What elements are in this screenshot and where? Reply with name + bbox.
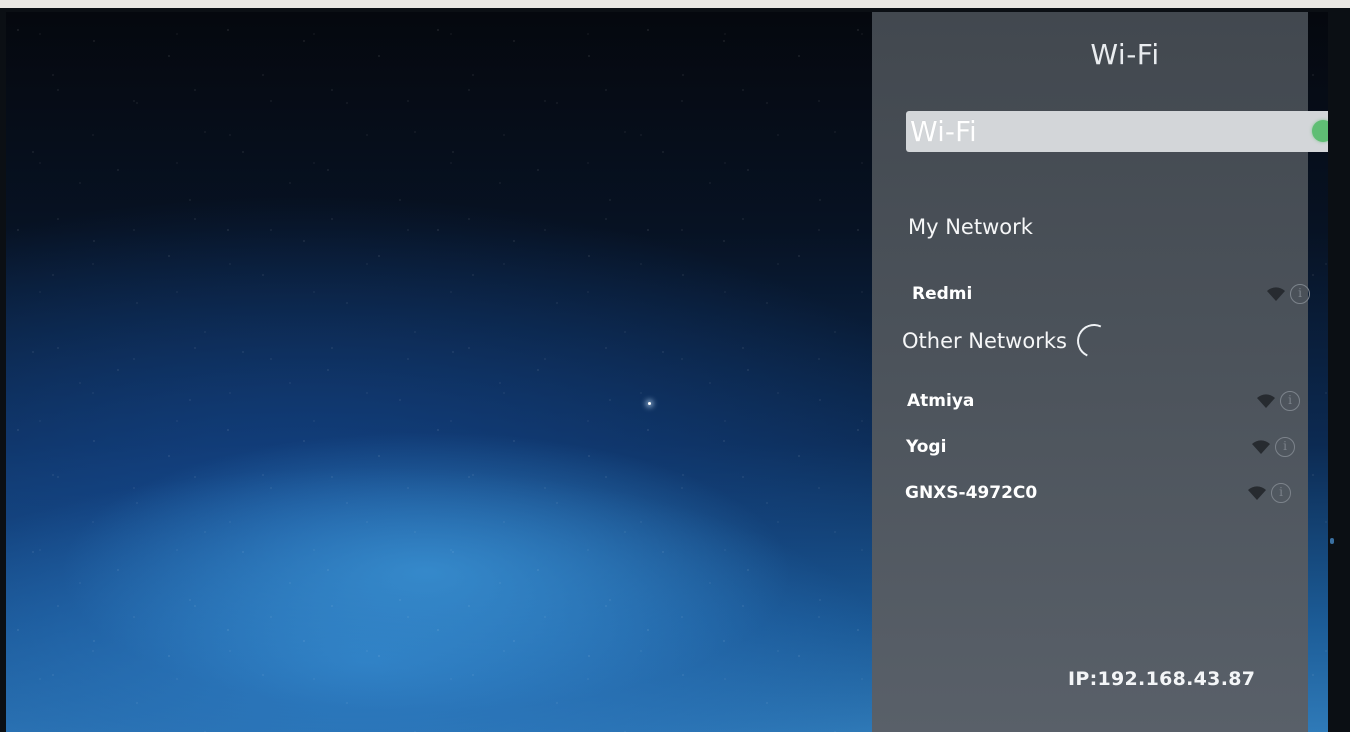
wifi-icon (1266, 286, 1286, 302)
wifi-toggle-label: Wi-Fi (910, 115, 977, 148)
loading-spinner-icon (1072, 319, 1116, 363)
network-icons: i (1247, 483, 1291, 503)
network-name: Atmiya (907, 391, 975, 411)
network-item-redmi[interactable]: Redmi i (872, 280, 1310, 308)
network-item-gnxs-4972c0[interactable]: GNXS-4972C0 i (872, 479, 1308, 507)
monitor-power-led (1330, 538, 1334, 544)
network-icons: i (1251, 437, 1295, 457)
network-item-yogi[interactable]: Yogi i (872, 433, 1308, 461)
my-network-heading: My Network (908, 215, 1033, 239)
screen: Wi-Fi Wi-Fi My Network Redmi i Other Net… (6, 12, 1328, 732)
network-name: Redmi (912, 284, 973, 304)
other-networks-label: Other Networks (902, 329, 1067, 353)
wifi-settings-panel: Wi-Fi Wi-Fi My Network Redmi i Other Net… (872, 12, 1328, 732)
other-networks-heading: Other Networks (902, 319, 1116, 363)
wallpaper-bright-star (648, 402, 651, 405)
network-icons: i (1256, 391, 1300, 411)
info-icon[interactable]: i (1275, 437, 1295, 457)
wifi-toggle-row[interactable]: Wi-Fi (906, 111, 1328, 152)
wifi-toggle-switch[interactable] (1312, 120, 1328, 142)
network-item-atmiya[interactable]: Atmiya i (872, 387, 1308, 415)
info-icon[interactable]: i (1280, 391, 1300, 411)
network-name: Yogi (906, 437, 947, 457)
network-name: GNXS-4972C0 (905, 483, 1038, 503)
wifi-icon (1247, 485, 1267, 501)
info-icon[interactable]: i (1271, 483, 1291, 503)
info-icon[interactable]: i (1290, 284, 1310, 304)
network-icons: i (1266, 284, 1310, 304)
wifi-icon (1256, 393, 1276, 409)
monitor-frame: Wi-Fi Wi-Fi My Network Redmi i Other Net… (0, 8, 1350, 732)
wifi-icon (1251, 439, 1271, 455)
panel-title: Wi-Fi (1090, 38, 1160, 71)
ip-address-label: IP:192.168.43.87 (1068, 668, 1256, 690)
